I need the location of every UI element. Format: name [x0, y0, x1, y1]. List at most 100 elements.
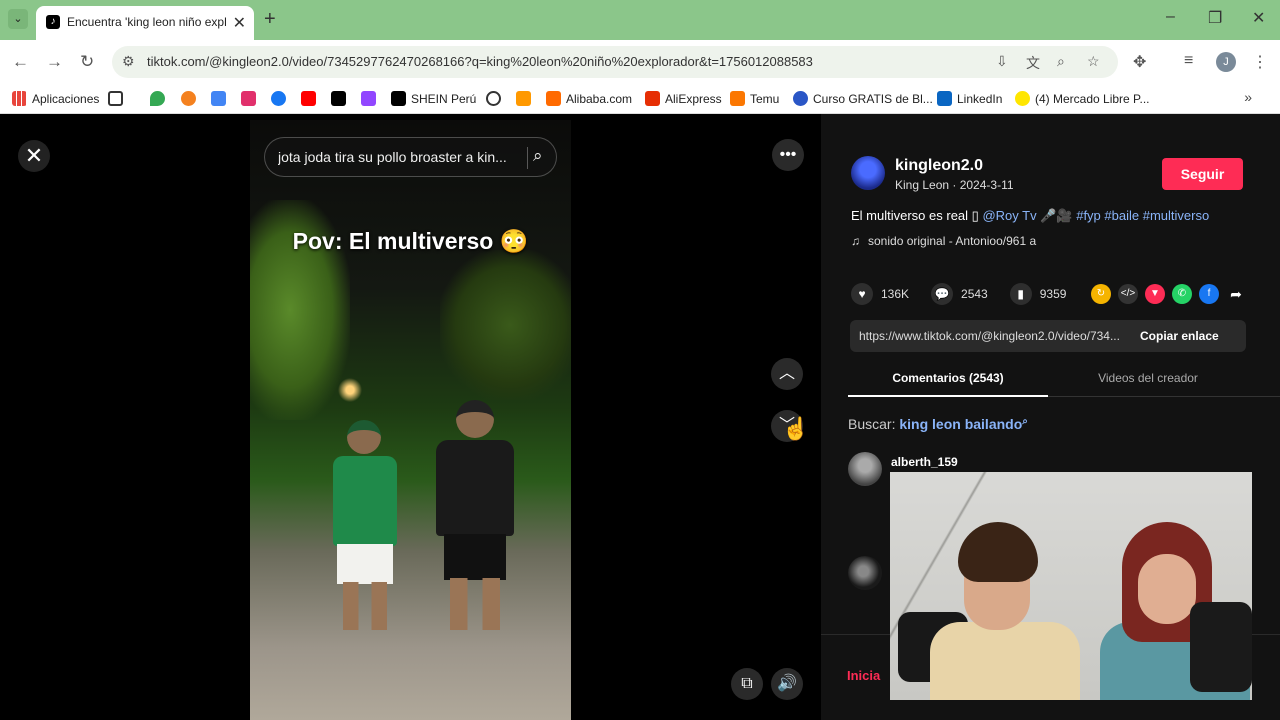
zoom-icon[interactable]: ⌕ [1057, 53, 1065, 70]
description-hashtags[interactable]: #fyp #baile #multiverso [1076, 208, 1209, 223]
video-player[interactable]: jota joda tira su pollo broaster a kin..… [250, 120, 571, 720]
instagram-icon [241, 91, 256, 106]
bookmark-amazon[interactable] [516, 91, 531, 106]
tab-close-icon[interactable]: ✕ [233, 13, 246, 33]
bookmark-openai[interactable] [486, 91, 501, 106]
translate-icon[interactable]: 文 [1026, 53, 1040, 73]
bookmark-facebook[interactable] [271, 91, 286, 106]
bookmark-translate[interactable] [211, 91, 226, 106]
related-search[interactable]: Buscar: king leon bailando⌕ [848, 416, 1028, 432]
like-count: 136K [881, 287, 910, 301]
video-frame-tree-right [440, 250, 571, 400]
profile-avatar[interactable]: J [1216, 52, 1236, 72]
window-close-icon[interactable]: ✕ [1252, 8, 1265, 28]
bookmark-youtube[interactable] [301, 91, 316, 106]
facebook-share-icon[interactable]: f [1199, 284, 1219, 304]
video-link-box: https://www.tiktok.com/@kingleon2.0/vide… [850, 320, 1246, 352]
embed-code-icon[interactable]: </> [1118, 284, 1138, 304]
media-controls-icon[interactable]: ≡ [1184, 52, 1193, 70]
close-video-icon[interactable]: ✕ [18, 140, 50, 172]
bookmark-star-icon[interactable]: ☆ [1087, 53, 1100, 70]
related-search-keyword[interactable]: king leon bailando [899, 416, 1022, 432]
browser-menu-icon[interactable]: ⋮ [1252, 52, 1268, 72]
bookmark-tiktok[interactable] [331, 91, 346, 106]
browser-toolbar: ← → ↻ ⚙ tiktok.com/@kingleon2.0/video/73… [0, 40, 1280, 84]
related-search-prefix: Buscar: [848, 416, 896, 432]
comment-bubble-icon[interactable]: 💬 [931, 283, 954, 305]
back-arrow-icon[interactable]: ← [12, 52, 29, 72]
search-icon[interactable]: ⌕ [533, 146, 543, 166]
comment-username[interactable]: alberth_159 [891, 455, 958, 469]
bookmarks-overflow-icon[interactable]: » [1244, 89, 1252, 105]
tab-title: Encuentra 'king leon niño explo [67, 15, 227, 29]
video-link-url[interactable]: https://www.tiktok.com/@kingleon2.0/vide… [859, 329, 1133, 343]
tab-creator-videos[interactable]: Videos del creador [1048, 360, 1248, 397]
comment-count: 2543 [961, 287, 988, 301]
bookmark-save-icon[interactable]: ▮ [1009, 283, 1032, 305]
bookmark-apps[interactable]: Aplicaciones [12, 91, 99, 106]
bookmark-shein[interactable]: SHEIN Perú [391, 91, 476, 106]
bookmark-maps[interactable] [150, 91, 165, 106]
bookmark-mercadolibre[interactable]: (4) Mercado Libre P... [1015, 91, 1150, 106]
microphone-right [1190, 602, 1252, 692]
description-emojis: 🎤🎥 [1040, 208, 1073, 223]
forward-arrow-icon[interactable]: → [46, 52, 63, 72]
description-mention[interactable]: @Roy Tv [982, 208, 1036, 223]
bookmark-grid[interactable] [108, 91, 123, 106]
browser-tab-active[interactable]: ♪ Encuentra 'king leon niño explo ✕ [36, 6, 254, 40]
comment-avatar[interactable] [848, 556, 882, 590]
bookmark-instagram[interactable] [241, 91, 256, 106]
facebook-icon [271, 91, 286, 106]
site-info-icon[interactable]: ⚙ [122, 53, 135, 70]
previous-video-chevron-up-icon[interactable]: ︿ [771, 358, 803, 390]
bookmark-temu[interactable]: Temu [730, 91, 779, 106]
location-icon [181, 91, 196, 106]
share-send-icon[interactable]: ▼ [1145, 284, 1165, 304]
more-options-icon[interactable]: ••• [772, 139, 804, 171]
bookmark-aliexpress[interactable]: AliExpress [645, 91, 722, 106]
grid-icon [108, 91, 123, 106]
extensions-icon[interactable]: ✥ [1133, 52, 1146, 72]
floating-player-icon[interactable]: ⧉ [731, 668, 763, 700]
install-app-icon[interactable]: ⇩ [996, 53, 1008, 70]
volume-icon[interactable]: 🔊 [771, 668, 803, 700]
minimize-icon[interactable]: – [1166, 8, 1175, 26]
copy-link-button[interactable]: Copiar enlace [1140, 329, 1219, 343]
bookmark-twitch[interactable] [361, 91, 376, 106]
bookmark-orange[interactable] [181, 91, 196, 106]
tab-comments[interactable]: Comentarios (2543) [848, 360, 1048, 397]
amazon-icon [516, 91, 531, 106]
alibaba-icon [546, 91, 561, 106]
address-url[interactable]: tiktok.com/@kingleon2.0/video/7345297762… [147, 54, 813, 69]
tiktok-icon [331, 91, 346, 106]
author-avatar[interactable] [851, 156, 885, 190]
new-tab-plus-icon[interactable]: + [264, 8, 276, 31]
video-frame-person-black [430, 400, 520, 630]
video-search-input[interactable]: jota joda tira su pollo broaster a kin..… [278, 149, 513, 165]
comment-avatar[interactable] [848, 452, 882, 486]
related-search-icon: ⌕ [1022, 416, 1028, 427]
bookmark-alibaba[interactable]: Alibaba.com [546, 91, 632, 106]
search-divider [527, 147, 528, 169]
bookmark-curso[interactable]: Curso GRATIS de Bl... [793, 91, 933, 106]
music-info[interactable]: ♫ sonido original - Antonioo/961 a [851, 234, 1036, 248]
author-username[interactable]: kingleon2.0 [895, 157, 983, 175]
linkedin-icon [937, 91, 952, 106]
bookmark-linkedin[interactable]: LinkedIn [937, 91, 1002, 106]
openai-icon [486, 91, 501, 106]
restore-icon[interactable]: ❐ [1208, 8, 1222, 28]
share-repost-icon[interactable]: ↻ [1091, 284, 1111, 304]
music-title[interactable]: sonido original - Antonioo/961 a [868, 234, 1036, 248]
follow-button[interactable]: Seguir [1162, 158, 1243, 190]
description-text: El multiverso es real [851, 208, 969, 223]
video-search-bar[interactable]: jota joda tira su pollo broaster a kin..… [264, 137, 557, 177]
tab-search-chevron-icon[interactable]: ⌄ [8, 9, 28, 29]
video-overlay-caption: Pov: El multiverso 😳 [292, 228, 529, 254]
share-more-arrow-icon[interactable]: ➦ [1226, 284, 1246, 304]
video-description: El multiverso es real ▯ @Roy Tv 🎤🎥 #fyp … [851, 208, 1261, 224]
shein-icon [391, 91, 406, 106]
whatsapp-icon[interactable]: ✆ [1172, 284, 1192, 304]
like-heart-icon[interactable]: ♥ [851, 283, 873, 305]
reload-icon[interactable]: ↻ [80, 52, 94, 72]
address-bar[interactable]: ⚙ tiktok.com/@kingleon2.0/video/73452977… [112, 46, 1118, 78]
